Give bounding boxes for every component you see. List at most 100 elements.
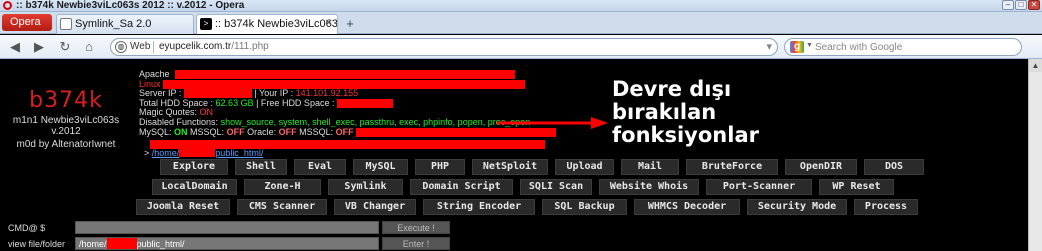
info-db: MySQL: ON MSSQL: OFF Oracle: OFF MSSQL: … <box>139 126 557 138</box>
menu-security-mode-button[interactable]: Security Mode <box>747 199 847 215</box>
mssql2-label: MSSQL: <box>299 126 334 137</box>
cmd-row: CMD@ $ Execute ! <box>0 221 1027 235</box>
menu-string-encoder-button[interactable]: String Encoder <box>423 199 535 215</box>
magic-value: ON <box>199 107 214 118</box>
page-content: b374k m1n1 Newbie3viLc063s v.2012 m0d by… <box>0 60 1027 251</box>
oracle-label: Oracle: <box>247 126 277 137</box>
viewfile-row: view file/folder /home/public_html/ Ente… <box>0 237 1027 251</box>
annotation-line: Devre dışı <box>612 77 732 101</box>
window-title: :: b374k Newbie3viLc063s 2012 :: v.2012 … <box>16 0 245 11</box>
address-toolbar: ◀ ▶ ↻ ⌂ ◍ Web eyupcelik.com.tr/111.php ▾… <box>0 35 1042 59</box>
brand-mod: m0d by AltenatorIwnet <box>16 139 116 150</box>
menu-joomla-reset-button[interactable]: Joomla Reset <box>136 199 230 215</box>
address-field[interactable]: ◍ Web eyupcelik.com.tr/111.php ▾ <box>110 38 778 56</box>
scroll-up-icon[interactable]: ▲ <box>1029 59 1042 72</box>
vertical-scrollbar[interactable]: ▲ <box>1028 59 1042 251</box>
mssql-label: MSSQL: <box>190 126 225 137</box>
menu-wp-reset-button[interactable]: WP Reset <box>819 179 894 195</box>
menu-website-whois-button[interactable]: Website Whois <box>599 179 699 195</box>
hdd-label: Total HDD Space : <box>139 97 214 108</box>
menu-process-button[interactable]: Process <box>854 199 918 215</box>
path-link-public-html[interactable]: public_html/ <box>215 148 263 158</box>
redacted-block <box>179 148 216 157</box>
menu-shell-button[interactable]: Shell <box>235 159 287 175</box>
magic-label: Magic Quotes: <box>139 107 198 118</box>
tab-b374k[interactable]: > :: b374k Newbie3viLc063s ... ✕ <box>196 14 338 34</box>
home-icon[interactable]: ⌂ <box>80 38 98 56</box>
tab-symlink[interactable]: Symlink_Sa 2.0 <box>56 14 194 34</box>
maximize-icon[interactable]: □ <box>1015 0 1027 10</box>
terminal-icon: > <box>200 18 212 30</box>
your-ip-label: | Your IP : <box>254 88 294 99</box>
url-host: eyupcelik.com.tr <box>159 41 232 52</box>
divider <box>153 41 154 53</box>
web-badge: Web <box>130 41 151 52</box>
tab-bar: Opera Symlink_Sa 2.0 > :: b374k Newbie3v… <box>0 12 1042 34</box>
opera-menu-button[interactable]: Opera <box>2 14 52 31</box>
your-ip-value: 141.101.92.155 <box>295 88 359 99</box>
search-placeholder: Search with Google <box>815 42 903 53</box>
tab-label: Symlink_Sa 2.0 <box>75 18 152 30</box>
new-tab-button[interactable]: + <box>342 17 358 31</box>
menu-explore-button[interactable]: Explore <box>160 159 228 175</box>
apache-label: Apache <box>139 69 170 79</box>
search-field[interactable]: g ▼ Search with Google <box>784 38 1022 56</box>
menu-localdomain-button[interactable]: LocalDomain <box>152 179 237 195</box>
viewfile-input[interactable]: /home/public_html/ <box>75 237 379 250</box>
window-controls: – □ ✕ <box>1002 0 1040 11</box>
annotation-line: fonksiyonlar <box>612 123 759 147</box>
cmd-input[interactable] <box>75 221 379 234</box>
path-link-home[interactable]: /home/ <box>152 148 180 158</box>
menu-vb-changer-button[interactable]: VB Changer <box>334 199 416 215</box>
chevron-down-icon[interactable]: ▼ <box>806 42 813 49</box>
viewfile-value-suffix: public_html/ <box>136 239 185 249</box>
url-path: /111.php <box>231 41 269 52</box>
menu-zone-h-button[interactable]: Zone-H <box>244 179 321 195</box>
brand-name: b374k <box>29 88 103 113</box>
close-icon[interactable]: ✕ <box>1028 0 1040 10</box>
menu-eval-button[interactable]: Eval <box>294 159 346 175</box>
info-apache: Apache <box>139 69 556 80</box>
menu-row-1: Explore Shell Eval MySQL PHP NetSploit U… <box>160 159 924 175</box>
menu-symlink-button[interactable]: Symlink <box>328 179 403 195</box>
menu-port-scanner-button[interactable]: Port-Scanner <box>706 179 812 195</box>
minimize-icon[interactable]: – <box>1002 0 1014 10</box>
menu-dos-button[interactable]: DOS <box>864 159 924 175</box>
path-prefix: > <box>144 148 150 158</box>
brand-version: m1n1 Newbie3viLc063s v.2012 <box>12 115 120 137</box>
shell-brand: b374k m1n1 Newbie3viLc063s v.2012 m0d by… <box>0 88 132 150</box>
menu-opendir-button[interactable]: OpenDIR <box>785 159 857 175</box>
mssql-value: OFF <box>226 126 245 137</box>
dropdown-icon[interactable]: ▾ <box>766 40 772 53</box>
menu-sqli-scan-button[interactable]: SQLI Scan <box>520 179 592 195</box>
disabled-label: Disabled Functions: <box>139 116 219 127</box>
reload-icon[interactable]: ↻ <box>56 38 74 56</box>
redacted-block <box>336 98 393 108</box>
menu-upload-button[interactable]: Upload <box>555 159 614 175</box>
url-text[interactable]: eyupcelik.com.tr/111.php <box>159 41 269 52</box>
annotation-line: bırakılan <box>612 100 717 124</box>
redacted-block <box>175 70 516 79</box>
mysql-label: MySQL: <box>139 126 172 137</box>
menu-netsploit-button[interactable]: NetSploit <box>472 159 548 175</box>
menu-mail-button[interactable]: Mail <box>621 159 679 175</box>
menu-sql-backup-button[interactable]: SQL Backup <box>542 199 627 215</box>
menu-cms-scanner-button[interactable]: CMS Scanner <box>237 199 327 215</box>
page-icon <box>60 18 72 30</box>
forward-icon[interactable]: ▶ <box>30 38 48 56</box>
menu-whmcs-decoder-button[interactable]: WHMCS Decoder <box>634 199 740 215</box>
server-ip-label: Server IP : <box>139 88 182 99</box>
menu-bruteforce-button[interactable]: BruteForce <box>686 159 778 175</box>
cmd-label: CMD@ $ <box>8 223 46 233</box>
menu-row-3: Joomla Reset CMS Scanner VB Changer Stri… <box>136 199 918 215</box>
viewfile-value-prefix: /home/ <box>79 239 107 249</box>
close-tab-icon[interactable]: ✕ <box>325 15 333 33</box>
execute-button[interactable]: Execute ! <box>382 221 450 234</box>
back-icon[interactable]: ◀ <box>6 38 24 56</box>
menu-domain-script-button[interactable]: Domain Script <box>410 179 513 195</box>
menu-mysql-button[interactable]: MySQL <box>353 159 408 175</box>
menu-php-button[interactable]: PHP <box>415 159 465 175</box>
enter-button[interactable]: Enter ! <box>382 237 450 250</box>
mssql2-value: OFF <box>335 126 354 137</box>
google-icon[interactable]: g <box>790 41 804 53</box>
